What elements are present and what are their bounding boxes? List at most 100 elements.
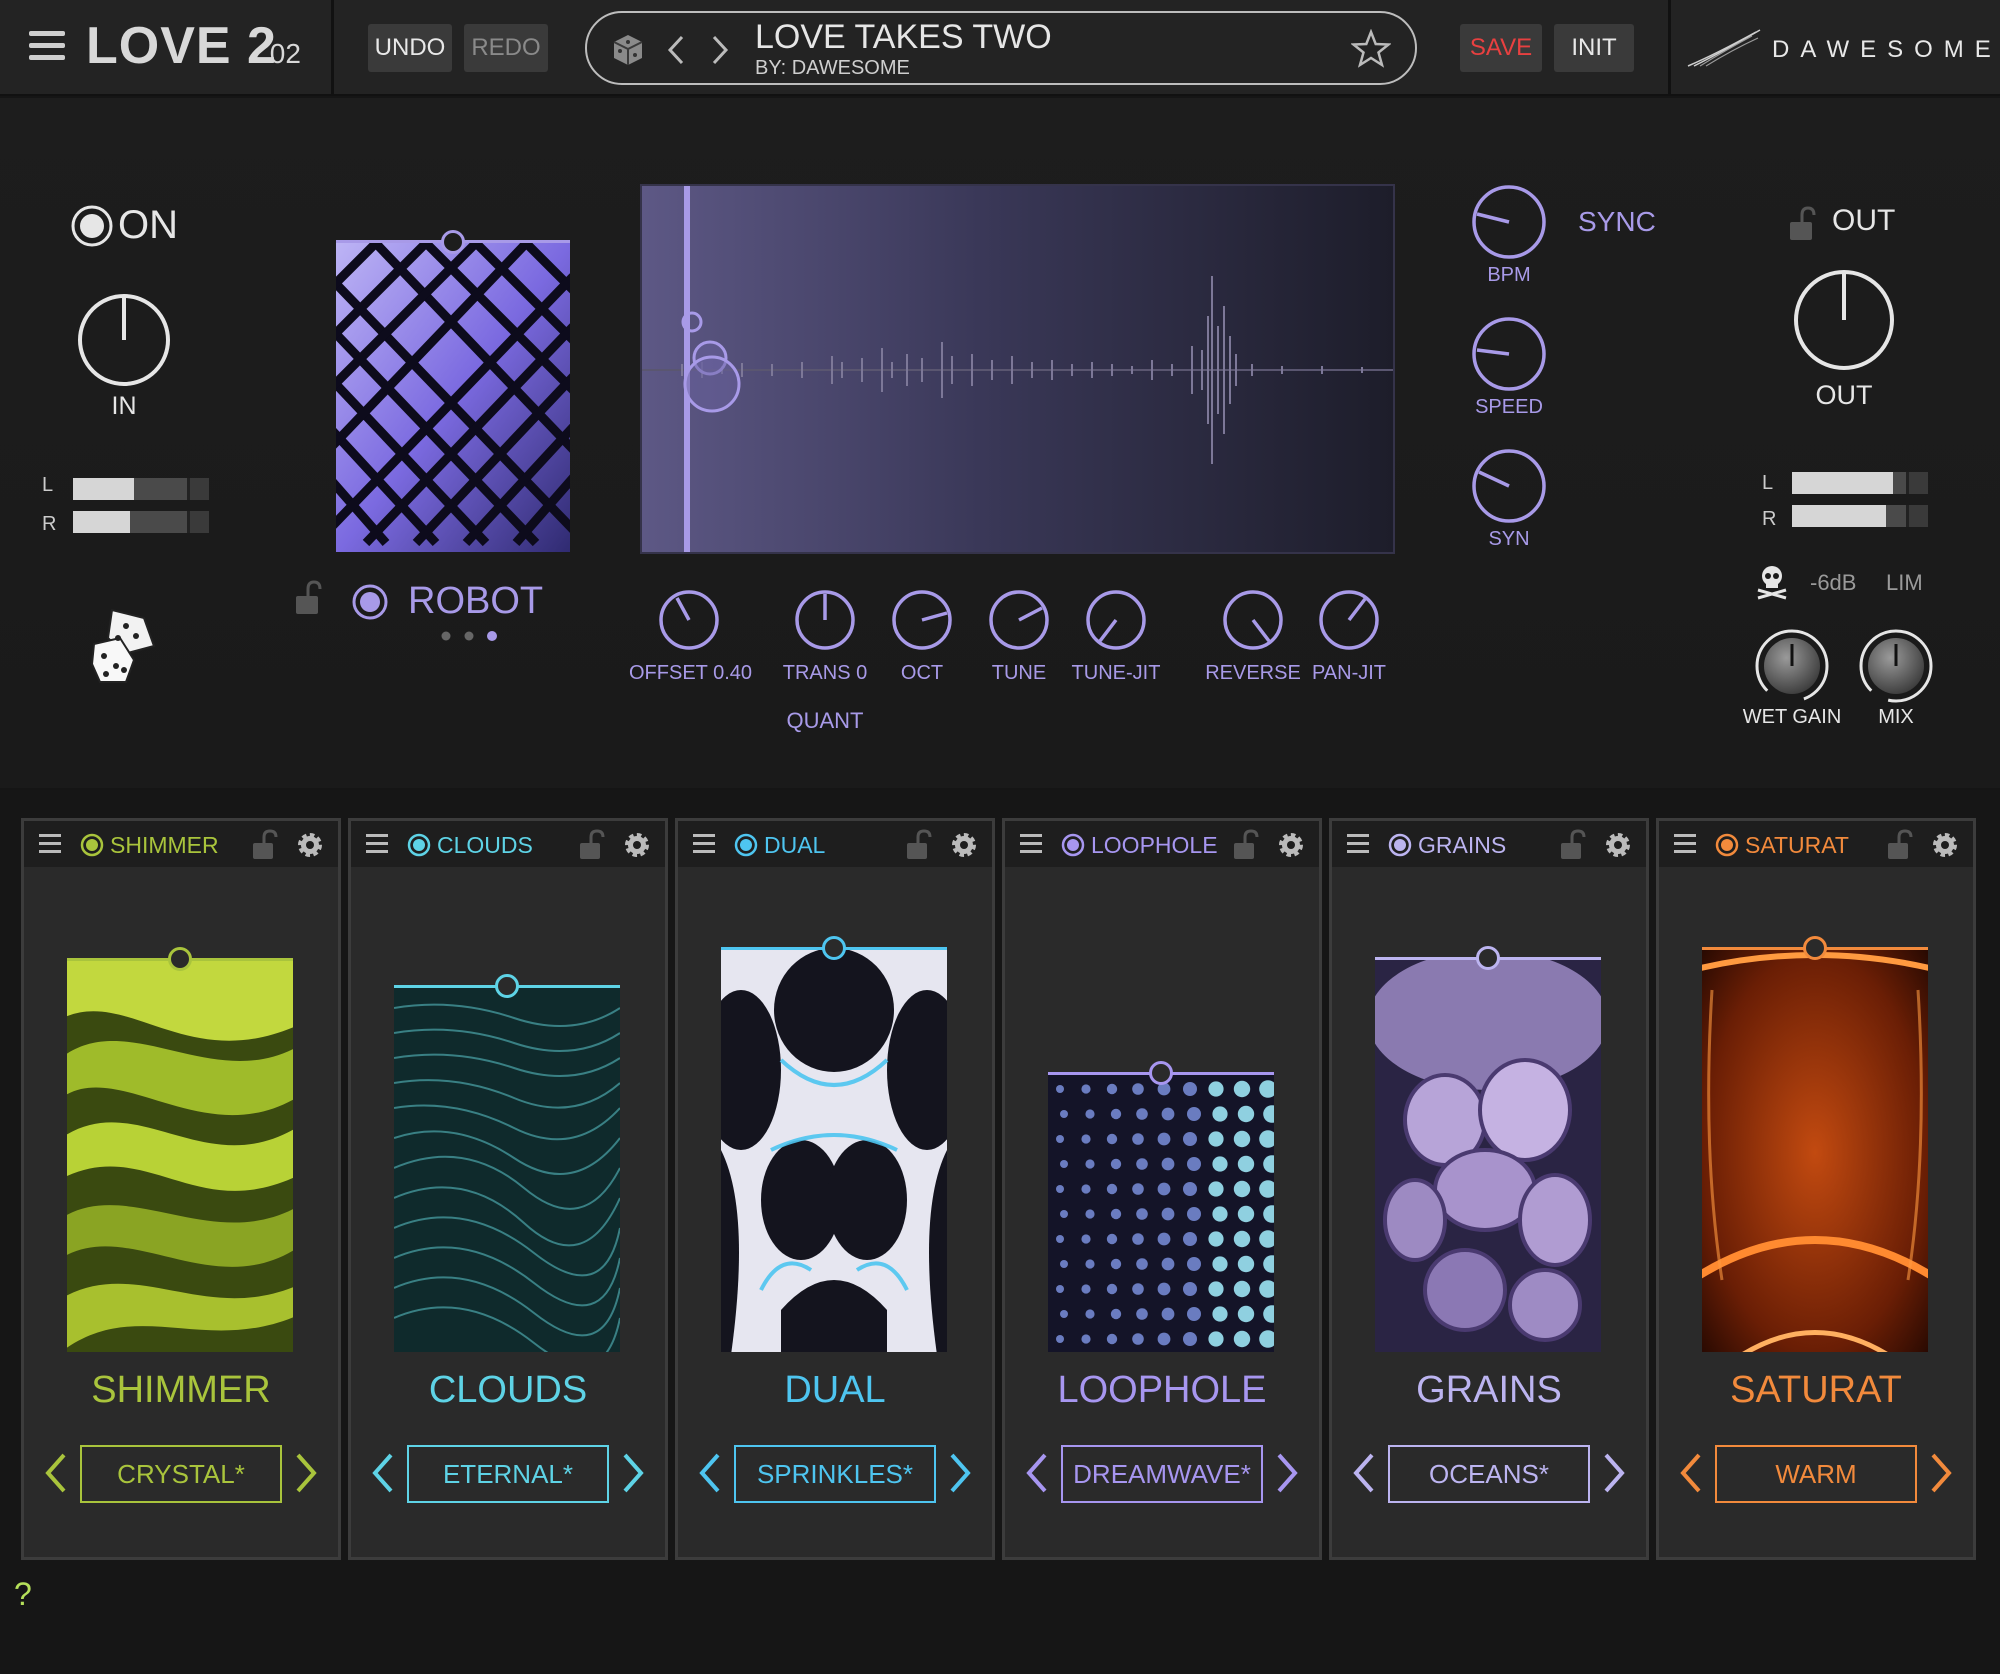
save-button[interactable]: SAVE bbox=[1460, 24, 1542, 72]
fx-slot-loophole[interactable]: LOOPHOLE LOOPHOLE DREAMWAVE* bbox=[1002, 818, 1322, 1560]
slot-amount-handle[interactable] bbox=[1149, 1061, 1173, 1085]
slot-amount-handle[interactable] bbox=[168, 947, 192, 971]
slot-enable-toggle[interactable] bbox=[734, 833, 758, 857]
slot-settings-gear-icon[interactable] bbox=[948, 829, 980, 861]
next-preset-icon[interactable] bbox=[946, 1449, 976, 1497]
brand-name[interactable]: DAWESOME bbox=[1772, 36, 2000, 64]
next-preset-icon[interactable] bbox=[1927, 1449, 1957, 1497]
previous-preset-icon[interactable] bbox=[694, 1449, 724, 1497]
limiter-toggle[interactable]: LIM bbox=[1886, 570, 1923, 596]
slot-menu-icon[interactable] bbox=[39, 834, 61, 854]
slot-amount-handle[interactable] bbox=[822, 936, 846, 960]
main-menu-icon[interactable] bbox=[29, 31, 65, 61]
slot-amount-handle[interactable] bbox=[1803, 936, 1827, 960]
slot-settings-gear-icon[interactable] bbox=[294, 829, 326, 861]
skull-icon[interactable] bbox=[1756, 564, 1788, 600]
slot-preset-selector[interactable]: OCEANS* bbox=[1388, 1445, 1590, 1503]
random-preset-icon[interactable] bbox=[611, 33, 645, 67]
slot-preset-selector[interactable]: WARM bbox=[1715, 1445, 1917, 1503]
slot-enable-toggle[interactable] bbox=[1715, 833, 1739, 857]
randomize-dice-icon[interactable] bbox=[90, 608, 160, 684]
slot-enable-toggle[interactable] bbox=[1061, 833, 1085, 857]
engine-artwork[interactable] bbox=[336, 240, 570, 552]
slot-artwork[interactable] bbox=[394, 985, 620, 1352]
slot-preset-selector[interactable]: SPRINKLES* bbox=[734, 1445, 936, 1503]
redo-button[interactable]: REDO bbox=[464, 24, 548, 72]
slot-menu-icon[interactable] bbox=[1347, 834, 1369, 854]
wet-gain-knob[interactable] bbox=[1754, 628, 1830, 704]
slot-menu-icon[interactable] bbox=[1020, 834, 1042, 854]
slot-settings-gear-icon[interactable] bbox=[1929, 829, 1961, 861]
previous-preset-icon[interactable] bbox=[1348, 1449, 1378, 1497]
fx-slot-grains[interactable]: GRAINS GRAINS OCEANS* bbox=[1329, 818, 1649, 1560]
input-gain-knob[interactable] bbox=[76, 292, 172, 388]
next-preset-icon[interactable] bbox=[292, 1449, 322, 1497]
slot-lock-icon[interactable] bbox=[252, 829, 278, 861]
output-lock-icon[interactable] bbox=[1788, 206, 1816, 242]
fx-slot-dual[interactable]: DUAL DUAL SPRINKLES* bbox=[675, 818, 995, 1560]
slot-menu-icon[interactable] bbox=[366, 834, 388, 854]
slot-menu-icon[interactable] bbox=[693, 834, 715, 854]
slot-artwork[interactable] bbox=[1702, 947, 1928, 1352]
slot-artwork[interactable] bbox=[67, 958, 293, 1352]
slot-lock-icon[interactable] bbox=[906, 829, 932, 861]
tune-knob[interactable] bbox=[988, 589, 1050, 651]
offset-knob[interactable] bbox=[658, 589, 720, 651]
preset-browser[interactable]: LOVE TAKES TWO BY: DAWESOME bbox=[585, 11, 1417, 85]
help-button[interactable]: ? bbox=[14, 1576, 32, 1613]
reverse-knob[interactable] bbox=[1222, 589, 1284, 651]
engine-page-dots[interactable] bbox=[440, 630, 500, 642]
slot-artwork[interactable] bbox=[721, 947, 947, 1352]
engine-lock-icon[interactable] bbox=[294, 580, 322, 616]
previous-preset-icon[interactable] bbox=[40, 1449, 70, 1497]
tune-jitter-knob[interactable] bbox=[1085, 589, 1147, 651]
mix-knob[interactable] bbox=[1858, 628, 1934, 704]
next-preset-icon[interactable] bbox=[1600, 1449, 1630, 1497]
transpose-knob[interactable] bbox=[794, 589, 856, 651]
speed-knob[interactable] bbox=[1471, 316, 1547, 392]
previous-preset-icon[interactable] bbox=[1021, 1449, 1051, 1497]
slot-lock-icon[interactable] bbox=[1560, 829, 1586, 861]
slot-settings-gear-icon[interactable] bbox=[1602, 829, 1634, 861]
slot-lock-icon[interactable] bbox=[1887, 829, 1913, 861]
slot-settings-gear-icon[interactable] bbox=[621, 829, 653, 861]
slot-enable-toggle[interactable] bbox=[80, 833, 104, 857]
engine-enable-toggle[interactable] bbox=[352, 584, 388, 620]
output-gain-knob[interactable] bbox=[1792, 268, 1896, 372]
slot-artwork[interactable] bbox=[1048, 1072, 1274, 1352]
engine-name[interactable]: ROBOT bbox=[408, 580, 543, 623]
syn-knob[interactable] bbox=[1471, 448, 1547, 524]
power-toggle[interactable] bbox=[70, 204, 114, 248]
init-button[interactable]: INIT bbox=[1554, 24, 1634, 72]
engine-amount-handle[interactable] bbox=[441, 230, 465, 254]
slot-amount-handle[interactable] bbox=[1476, 946, 1500, 970]
slot-settings-gear-icon[interactable] bbox=[1275, 829, 1307, 861]
slot-artwork[interactable] bbox=[1375, 957, 1601, 1352]
bpm-knob[interactable] bbox=[1471, 184, 1547, 260]
slot-enable-toggle[interactable] bbox=[407, 833, 431, 857]
previous-preset-icon[interactable] bbox=[665, 33, 687, 67]
slot-preset-selector[interactable]: ETERNAL* bbox=[407, 1445, 609, 1503]
pan-jitter-knob[interactable] bbox=[1318, 589, 1380, 651]
next-preset-icon[interactable] bbox=[619, 1449, 649, 1497]
slot-enable-toggle[interactable] bbox=[1388, 833, 1412, 857]
clip-db-label[interactable]: -6dB bbox=[1810, 570, 1856, 596]
brand-logo-icon[interactable] bbox=[1686, 28, 1762, 68]
slot-amount-handle[interactable] bbox=[495, 974, 519, 998]
octave-knob[interactable] bbox=[891, 589, 953, 651]
next-preset-icon[interactable] bbox=[709, 33, 731, 67]
fx-slot-clouds[interactable]: CLOUDS CLOUDS ETERNAL* bbox=[348, 818, 668, 1560]
slot-menu-icon[interactable] bbox=[1674, 834, 1696, 854]
slot-lock-icon[interactable] bbox=[1233, 829, 1259, 861]
favorite-star-icon[interactable] bbox=[1351, 29, 1391, 69]
fx-slot-shimmer[interactable]: SHIMMER SHIMMER CRYSTAL* bbox=[21, 818, 341, 1560]
slot-preset-selector[interactable]: DREAMWAVE* bbox=[1061, 1445, 1263, 1503]
slot-lock-icon[interactable] bbox=[579, 829, 605, 861]
previous-preset-icon[interactable] bbox=[1675, 1449, 1705, 1497]
previous-preset-icon[interactable] bbox=[367, 1449, 397, 1497]
quant-toggle[interactable]: QUANT bbox=[765, 708, 885, 734]
next-preset-icon[interactable] bbox=[1273, 1449, 1303, 1497]
waveform-display[interactable] bbox=[640, 184, 1395, 554]
sync-toggle[interactable]: SYNC bbox=[1578, 206, 1656, 238]
slot-preset-selector[interactable]: CRYSTAL* bbox=[80, 1445, 282, 1503]
